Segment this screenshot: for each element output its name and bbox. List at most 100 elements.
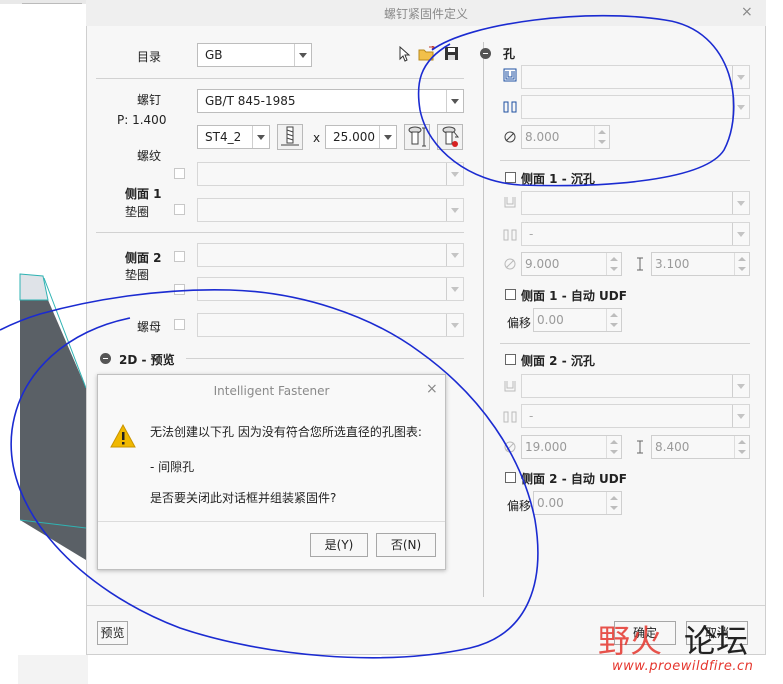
chevron-down-icon <box>446 244 463 266</box>
model-top-face <box>19 273 49 301</box>
save-icon[interactable] <box>444 46 460 62</box>
popup-yes-button[interactable]: 是(Y) <box>310 533 368 557</box>
counterbore-chart-icon <box>503 229 517 241</box>
chevron-down-icon <box>732 192 749 214</box>
model-side-face <box>20 274 86 560</box>
side1-counterbore-type-combo[interactable] <box>521 191 750 215</box>
side2-counterbore-chart-combo[interactable]: - <box>521 404 750 428</box>
chevron-down-icon <box>294 44 311 66</box>
side1-washer-label-line1: 侧面 1 <box>125 187 162 201</box>
select-arrow-icon[interactable] <box>398 46 412 62</box>
chevron-down-icon <box>446 90 463 112</box>
side2-offset-label: 偏移 <box>507 499 532 513</box>
depth-icon <box>637 257 643 271</box>
thread-checkbox[interactable] <box>174 168 185 179</box>
spinner-arrows[interactable] <box>606 253 621 275</box>
watermark-url: www.proewildfire.cn <box>612 659 754 674</box>
side2-counterbore-type-combo[interactable] <box>521 374 750 398</box>
watermark-brand-left: 野火 <box>598 622 663 660</box>
side1-auto-udf-checkbox[interactable] <box>505 289 516 300</box>
popup-no-button[interactable]: 否(N) <box>376 533 436 557</box>
chevron-down-icon <box>732 223 749 245</box>
diameter-icon <box>504 131 516 143</box>
side2-extra-checkbox[interactable] <box>174 284 185 295</box>
nut-combo[interactable] <box>197 313 464 337</box>
open-folder-icon[interactable] <box>418 46 436 62</box>
spinner-arrows[interactable] <box>734 253 749 275</box>
side1-offset-label: 偏移 <box>507 316 532 330</box>
hole-chart-combo[interactable] <box>521 95 750 119</box>
chevron-down-icon <box>732 96 749 118</box>
spinner-arrows[interactable] <box>606 309 621 331</box>
preview-button[interactable]: 预览 <box>97 621 128 645</box>
spinner-arrows[interactable] <box>734 436 749 458</box>
nut-checkbox[interactable] <box>174 319 185 330</box>
diameter-icon <box>504 258 516 270</box>
side2-washer-checkbox[interactable] <box>174 251 185 262</box>
screw-length-button[interactable] <box>404 124 430 150</box>
side2-washer-combo[interactable] <box>197 243 464 267</box>
thread-icon <box>281 126 299 146</box>
side1-depth-value: 3.100 <box>655 257 690 271</box>
chevron-down-icon <box>446 163 463 185</box>
chevron-down-icon <box>446 199 463 221</box>
chevron-down-icon <box>252 126 269 148</box>
popup-close-button[interactable]: × <box>426 381 438 397</box>
hole-type-combo[interactable] <box>521 65 750 89</box>
thread-toggle-button[interactable] <box>277 124 303 150</box>
screw-size-combo[interactable]: ST4_2 <box>197 125 270 149</box>
pitch-text: P: 1.400 <box>117 113 167 127</box>
thread-combo[interactable] <box>197 162 464 186</box>
spinner-arrows[interactable] <box>606 436 621 458</box>
side2-counterbore-checkbox[interactable] <box>505 354 516 365</box>
side2-depth-spinner[interactable]: 8.400 <box>651 435 750 459</box>
chevron-down-icon <box>379 126 396 148</box>
divider <box>500 160 750 161</box>
screw-standard-value: GB/T 845-1985 <box>205 94 296 108</box>
screw-reverse-button[interactable] <box>437 124 463 150</box>
diameter-icon <box>504 441 516 453</box>
side2-depth-value: 8.400 <box>655 440 690 454</box>
side1-diameter-spinner[interactable]: 9.000 <box>521 252 622 276</box>
hole-diameter-value: 8.000 <box>525 130 560 144</box>
screw-length-combo[interactable]: 25.000 <box>325 125 397 149</box>
thread-label: 螺纹 <box>137 149 162 163</box>
screw-standard-combo[interactable]: GB/T 845-1985 <box>197 89 464 113</box>
side2-diameter-spinner[interactable]: 19.000 <box>521 435 622 459</box>
side2-washer-label-line2: 垫圈 <box>125 268 150 282</box>
side2-offset-value: 0.00 <box>537 496 564 510</box>
model-viewport <box>19 273 86 560</box>
hole-collapse-icon[interactable] <box>480 48 491 59</box>
chevron-down-icon <box>732 66 749 88</box>
popup-message-line3: 是否要关闭此对话框并组装紧固件? <box>150 491 337 505</box>
side1-offset-spinner[interactable]: 0.00 <box>533 308 622 332</box>
nut-label: 螺母 <box>137 320 162 334</box>
background-statusbar <box>18 655 88 684</box>
chevron-down-icon <box>446 278 463 300</box>
side2-washer-label-line1: 侧面 2 <box>125 251 162 265</box>
spinner-arrows[interactable] <box>606 492 621 514</box>
side2-offset-spinner[interactable]: 0.00 <box>533 491 622 515</box>
dialog-title: 螺钉紧固件定义 <box>383 7 468 21</box>
divider <box>186 358 464 359</box>
side2-auto-udf-checkbox[interactable] <box>505 472 516 483</box>
counterbore-type-icon <box>504 381 516 392</box>
dialog-close-button[interactable]: × <box>741 4 753 20</box>
preview-section-label: 2D - 预览 <box>119 353 175 367</box>
side1-depth-spinner[interactable]: 3.100 <box>651 252 750 276</box>
catalog-combo[interactable]: GB <box>197 43 312 67</box>
catalog-value: GB <box>205 48 223 62</box>
side1-counterbore-checkbox[interactable] <box>505 172 516 183</box>
side2-extra-combo[interactable] <box>197 277 464 301</box>
hole-diameter-spinner[interactable]: 8.000 <box>521 125 610 149</box>
screw-length-value: 25.000 <box>333 130 375 144</box>
chevron-down-icon <box>446 314 463 336</box>
side1-washer-checkbox[interactable] <box>174 204 185 215</box>
watermark-brand-right: 论坛 <box>684 622 749 660</box>
divider <box>96 78 464 79</box>
spinner-arrows[interactable] <box>594 126 609 148</box>
side1-counterbore-label: 侧面 1 - 沉孔 <box>521 172 595 186</box>
side1-counterbore-chart-combo[interactable]: - <box>521 222 750 246</box>
side1-washer-combo[interactable] <box>197 198 464 222</box>
preview-collapse-icon[interactable] <box>100 353 111 364</box>
